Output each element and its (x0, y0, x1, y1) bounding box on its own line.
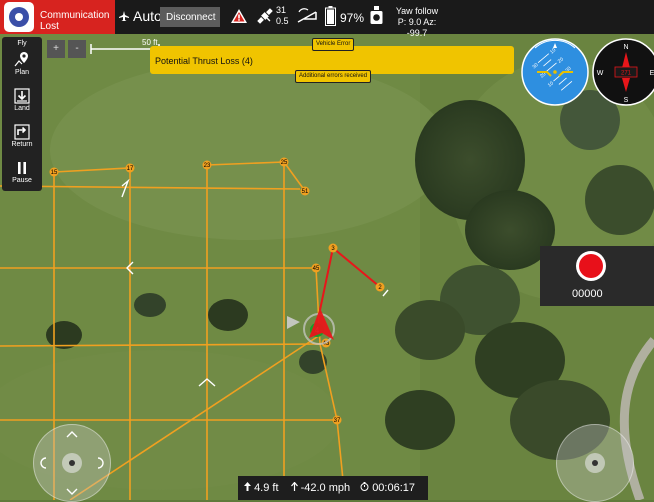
altitude-arrow-icon (244, 482, 251, 491)
svg-text:45: 45 (313, 266, 320, 272)
connection-status[interactable]: Communication Lost (0, 0, 115, 34)
camera-gimbal-icon[interactable] (370, 6, 383, 26)
altitude-readout: 4.9 ft (244, 482, 279, 494)
fly-tool-strip: Fly Plan Land Return Pause (2, 37, 42, 191)
error-message: Potential Thrust Loss (4) (155, 56, 253, 66)
compass-west: W (597, 70, 604, 77)
land-button[interactable]: Land (2, 88, 42, 112)
warning-icon[interactable] (230, 8, 248, 24)
satellite-icon[interactable] (255, 6, 275, 26)
plan-button[interactable]: Plan (2, 50, 42, 76)
connection-status-label: Communication Lost (40, 10, 110, 32)
plan-icon (14, 52, 28, 67)
compass-indicator: N E W S 271 (592, 38, 654, 106)
hdop-value: 0.5 (276, 16, 289, 26)
record-counter: 00000 (572, 288, 603, 300)
waypoint-17[interactable]: 17 (125, 163, 135, 173)
zoom-out-button[interactable]: - (68, 40, 86, 58)
return-icon (14, 124, 30, 140)
battery-icon[interactable] (325, 6, 336, 26)
fly-title: Fly (17, 40, 27, 47)
pause-icon (18, 162, 26, 174)
satellites-count: 31 (276, 5, 287, 15)
flight-mode-selector[interactable]: Auto (118, 8, 162, 24)
telemetry-bar: 4.9 ft -42.0 mph 00:06:17 (238, 476, 428, 500)
flight-time-readout: 00:06:17 (360, 482, 415, 494)
additional-errors-tag[interactable]: Additional errors received (295, 70, 372, 83)
waypoint-51[interactable]: 51 (300, 186, 310, 196)
left-joystick[interactable] (33, 424, 111, 502)
yaw-status: Yaw follow P: 9.0 Az: -99.7 (387, 6, 447, 39)
svg-text:51: 51 (302, 189, 309, 195)
waypoint-15[interactable]: 15 (49, 167, 59, 177)
flight-time-value: 00:06:17 (372, 482, 416, 494)
waypoint-2[interactable]: 2 (375, 282, 385, 292)
yaw-values: P: 9.0 Az: -99.7 (397, 17, 437, 38)
compass-north: N (623, 44, 628, 51)
svg-text:25: 25 (281, 160, 288, 166)
svg-text:37: 37 (334, 418, 341, 424)
rc-signal-icon[interactable] (296, 8, 318, 24)
battery-percent: 97% (340, 11, 365, 25)
svg-text:23: 23 (204, 163, 211, 169)
speed-value: -42.0 mph (300, 482, 351, 494)
top-toolbar: Communication Lost Auto Disconnect 31 0.… (0, 0, 654, 38)
airplane-mode-icon (119, 11, 129, 21)
compass-south: S (624, 97, 629, 104)
right-joystick[interactable] (556, 424, 634, 502)
gps-readout: 31 0.5 (276, 5, 289, 27)
speed-arrow-icon (290, 481, 298, 491)
waypoint-23[interactable]: 23 (202, 160, 212, 170)
disconnect-button[interactable]: Disconnect (160, 7, 220, 27)
yaw-mode: Yaw follow (395, 6, 439, 16)
vehicle-error-tag: Vehicle Error (312, 38, 355, 51)
svg-text:17: 17 (127, 166, 134, 172)
attitude-indicator: 30 20 10 10 20 30 (521, 38, 589, 106)
waypoint-37[interactable]: 37 (332, 415, 342, 425)
flight-mode-label: Auto (133, 8, 162, 24)
zoom-in-button[interactable]: + (47, 40, 65, 58)
land-icon (14, 88, 30, 104)
timer-icon (360, 482, 369, 491)
pause-label: Pause (12, 177, 32, 184)
waypoint-3[interactable]: 3 (328, 243, 338, 253)
svg-text:15: 15 (51, 170, 58, 176)
waypoint-45[interactable]: 45 (311, 263, 321, 273)
record-button[interactable] (576, 251, 606, 281)
return-label: Return (11, 141, 33, 148)
camera-panel: 00000 (540, 246, 654, 306)
pause-button[interactable]: Pause (2, 160, 42, 184)
compass-heading: 271 (621, 71, 632, 77)
waypoint-25[interactable]: 25 (279, 157, 289, 167)
app-logo-icon[interactable] (4, 2, 34, 32)
compass-east: E (650, 70, 654, 77)
plan-label: Plan (14, 69, 29, 76)
speed-readout: -42.0 mph (290, 481, 351, 494)
return-button[interactable]: Return (2, 124, 42, 148)
land-label: Land (14, 105, 30, 112)
altitude-value: 4.9 ft (254, 482, 279, 494)
